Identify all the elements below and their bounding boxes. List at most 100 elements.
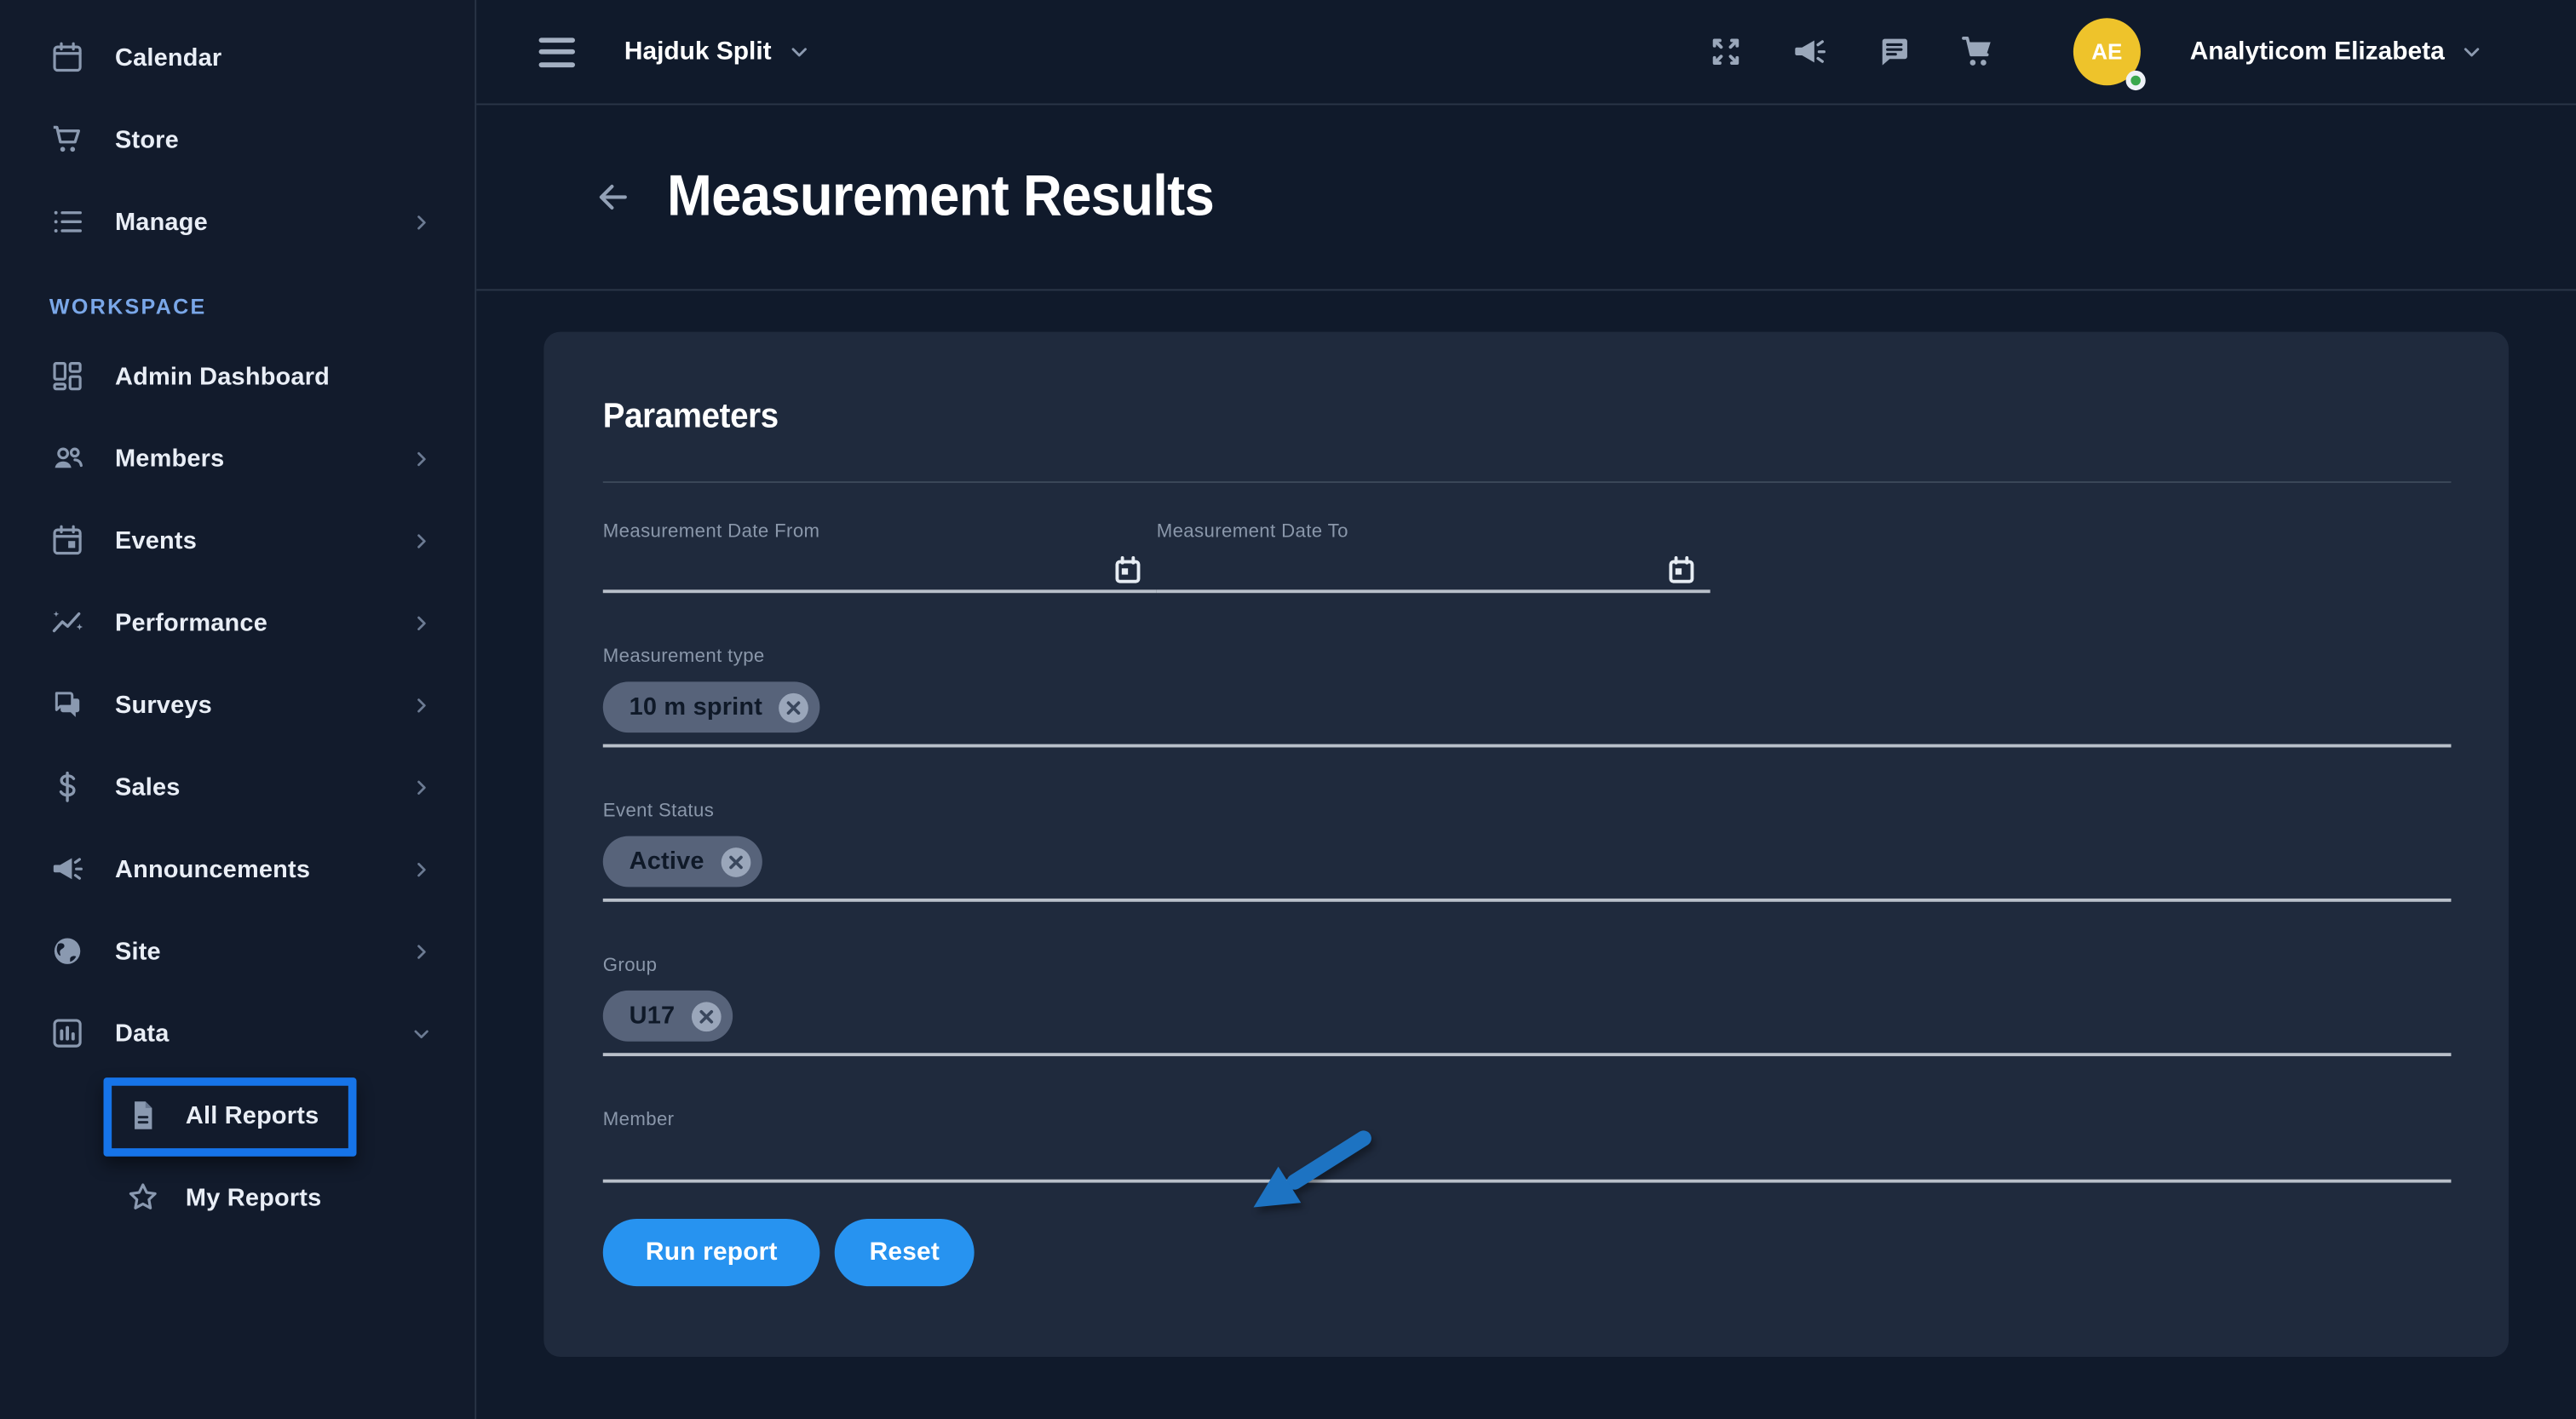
card-title: Parameters	[603, 398, 2359, 437]
calendar-picker-icon[interactable]	[1114, 555, 1142, 585]
group-chip: U17	[603, 991, 733, 1042]
chevron-right-icon	[411, 776, 432, 797]
chip-zone: 10 m sprint	[603, 681, 2452, 732]
chip-zone: U17	[603, 991, 2452, 1042]
dollar-icon	[49, 769, 85, 805]
calendar-icon	[49, 39, 85, 75]
sidebar-item-performance[interactable]: Performance	[0, 582, 474, 664]
chevron-right-icon	[411, 694, 432, 715]
sidebar-item-members[interactable]: Members	[0, 417, 474, 499]
sidebar-item-store[interactable]: Store	[0, 99, 474, 181]
parameters-card: Parameters Measurement Date From	[543, 332, 2509, 1357]
chevron-right-icon	[411, 859, 432, 880]
sidebar-item-label: Admin Dashboard	[115, 362, 432, 390]
dashboard-icon	[49, 358, 85, 394]
user-name: Analyticom Elizabeta	[2190, 37, 2445, 66]
sidebar-item-site[interactable]: Site	[0, 910, 474, 991]
measurement-type-chip: 10 m sprint	[603, 681, 820, 732]
presence-status-dot	[2125, 71, 2145, 90]
chevron-down-icon	[786, 39, 811, 64]
sidebar-item-label: Data	[115, 1020, 411, 1048]
shopping-cart-icon[interactable]	[1958, 32, 1998, 72]
chip-label: 10 m sprint	[630, 693, 762, 721]
avatar[interactable]: AE	[2073, 18, 2141, 85]
sidebar-item-label: Site	[115, 937, 411, 965]
member-field[interactable]: Member	[603, 1111, 2452, 1183]
field-label: Measurement Date From	[603, 522, 1157, 542]
run-report-button[interactable]: Run report	[603, 1219, 820, 1286]
sidebar-item-manage[interactable]: Manage	[0, 181, 474, 262]
sidebar-item-admin-dashboard[interactable]: Admin Dashboard	[0, 335, 474, 417]
chip-zone: Active	[603, 836, 2452, 888]
sidebar-item-calendar[interactable]: Calendar	[0, 16, 474, 98]
member-input[interactable]	[603, 1130, 2452, 1180]
field-label: Group	[603, 956, 2452, 975]
date-range-row: Measurement Date From Measurement Date T…	[603, 522, 2452, 593]
trend-sparkle-icon	[49, 605, 85, 641]
chip-remove-icon[interactable]	[690, 1000, 723, 1033]
chip-remove-icon[interactable]	[719, 845, 752, 878]
date-input[interactable]	[1157, 542, 1711, 584]
sidebar-item-label: All Reports	[186, 1101, 432, 1129]
hamburger-menu-icon[interactable]	[539, 37, 575, 66]
actions-row: Run report Reset	[603, 1219, 2452, 1286]
measurement-date-from-field[interactable]: Measurement Date From	[603, 522, 1157, 593]
chat-icon[interactable]	[1874, 32, 1913, 72]
card-divider	[603, 481, 2452, 483]
sidebar-item-surveys[interactable]: Surveys	[0, 664, 474, 745]
measurement-type-field[interactable]: Measurement type 10 m sprint	[603, 647, 2452, 748]
star-icon	[125, 1180, 161, 1215]
team-selector[interactable]: Hajduk Split	[624, 37, 811, 66]
fullscreen-icon[interactable]	[1707, 32, 1746, 72]
people-icon	[49, 440, 85, 476]
back-arrow-button[interactable]	[591, 175, 634, 218]
chevron-right-icon	[411, 940, 432, 962]
topbar-actions: AE Analyticom Elizabeta	[1663, 18, 2484, 85]
team-name: Hajduk Split	[624, 37, 772, 66]
sidebar-item-my-reports[interactable]: My Reports	[0, 1157, 474, 1238]
date-input[interactable]	[603, 542, 1157, 584]
field-label: Member	[603, 1111, 2452, 1130]
chevron-down-icon	[2459, 39, 2484, 64]
shopping-cart-icon	[49, 122, 85, 158]
sidebar-item-events[interactable]: Events	[0, 499, 474, 581]
megaphone-icon[interactable]	[1791, 32, 1830, 72]
field-label: Measurement type	[603, 647, 2452, 667]
sidebar-item-label: Store	[115, 126, 432, 154]
document-icon	[125, 1097, 161, 1133]
chip-remove-icon[interactable]	[777, 691, 810, 724]
sidebar-item-all-reports[interactable]: All Reports	[0, 1074, 474, 1156]
sidebar-item-announcements[interactable]: Announcements	[0, 828, 474, 910]
sidebar: Calendar Store Manage	[0, 0, 476, 1419]
user-menu[interactable]: Analyticom Elizabeta	[2190, 37, 2484, 66]
sidebar-item-label: Members	[115, 445, 411, 473]
page-title: Measurement Results	[667, 164, 1214, 230]
chip-label: U17	[630, 1002, 676, 1030]
sidebar-item-data[interactable]: Data	[0, 992, 474, 1074]
group-field[interactable]: Group U17	[603, 956, 2452, 1056]
chevron-right-icon	[411, 448, 432, 469]
sidebar-item-label: Calendar	[115, 43, 432, 72]
sidebar-item-label: Manage	[115, 208, 411, 236]
calendar-picker-icon[interactable]	[1667, 555, 1695, 585]
field-label: Event Status	[603, 801, 2452, 821]
reset-button[interactable]: Reset	[835, 1219, 974, 1286]
sidebar-item-label: My Reports	[186, 1184, 432, 1212]
sidebar-item-label: Announcements	[115, 855, 411, 883]
sidebar-item-label: Performance	[115, 609, 411, 637]
sidebar-item-label: Sales	[115, 773, 411, 801]
event-status-field[interactable]: Event Status Active	[603, 801, 2452, 902]
main-content: Measurement Results Parameters Measureme…	[476, 105, 2576, 1419]
page-header: Measurement Results	[476, 105, 2576, 290]
workspace-section-label: WORKSPACE	[0, 294, 474, 319]
sidebar-item-sales[interactable]: Sales	[0, 746, 474, 828]
topbar: Hajduk Split	[476, 0, 2576, 105]
chevron-right-icon	[411, 530, 432, 551]
list-icon	[49, 204, 85, 239]
calendar-event-icon	[49, 522, 85, 558]
globe-icon	[49, 933, 85, 968]
field-label: Measurement Date To	[1157, 522, 1711, 542]
sidebar-item-label: Events	[115, 526, 411, 554]
bar-chart-icon	[49, 1015, 85, 1051]
measurement-date-to-field[interactable]: Measurement Date To	[1157, 522, 1711, 593]
